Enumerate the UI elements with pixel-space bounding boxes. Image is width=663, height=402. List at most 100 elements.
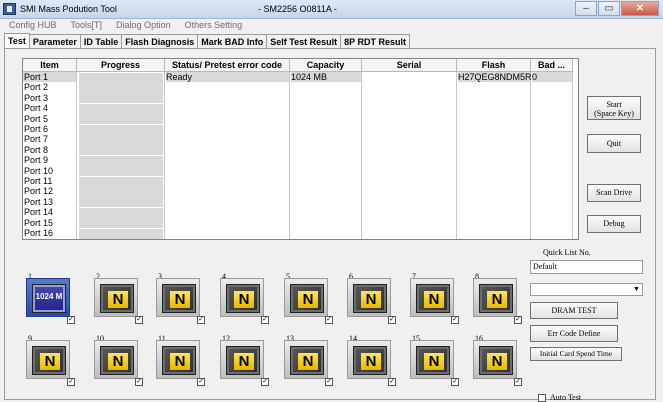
quit-button[interactable]: Quit xyxy=(587,134,641,153)
slot-checkbox[interactable]: ✓ xyxy=(325,378,333,386)
tab-id-table[interactable]: ID Table xyxy=(79,34,123,49)
close-button[interactable]: ✕ xyxy=(621,1,659,16)
chevron-down-icon[interactable]: ▼ xyxy=(632,285,641,294)
table-row-item[interactable]: Port 4 xyxy=(23,103,76,113)
port-slot[interactable]: N xyxy=(284,340,328,379)
port-slot[interactable]: N xyxy=(156,340,200,379)
slot-checkbox[interactable]: ✓ xyxy=(451,378,459,386)
slot-checkbox[interactable]: ✓ xyxy=(451,316,459,324)
table-row-item[interactable]: Port 5 xyxy=(23,114,76,124)
slot-checkbox[interactable]: ✓ xyxy=(388,378,396,386)
slot-status-letter: N xyxy=(108,291,128,308)
table-row-item[interactable]: Port 7 xyxy=(23,134,76,144)
table-row-item[interactable]: Port 11 xyxy=(23,176,76,186)
progress-bar xyxy=(79,145,163,156)
table-row-item[interactable]: Port 1 xyxy=(23,72,76,82)
drive-icon: N xyxy=(479,284,513,313)
port-slot[interactable]: N xyxy=(347,278,391,317)
tab-flash-diagnosis[interactable]: Flash Diagnosis xyxy=(121,34,199,49)
start-button[interactable]: Start (Space Key) xyxy=(587,96,641,120)
tab-self-test-result[interactable]: Self Test Result xyxy=(266,34,342,49)
menu-tools[interactable]: Tools[T] xyxy=(62,19,108,32)
menu-config-hub[interactable]: Config HUB xyxy=(0,19,62,32)
port-slot[interactable]: N xyxy=(94,340,138,379)
slot-checkbox[interactable]: ✓ xyxy=(325,316,333,324)
slot-checkbox[interactable]: ✓ xyxy=(197,378,205,386)
menu-dialog-option[interactable]: Dialog Option xyxy=(107,19,176,32)
header-serial[interactable]: Serial xyxy=(362,59,457,72)
flash-cell: H27QEG8NDM5R xyxy=(458,72,532,82)
slot-checkbox[interactable]: ✓ xyxy=(514,316,522,324)
table-row-item[interactable]: Port 15 xyxy=(23,218,76,228)
port-slot[interactable]: N xyxy=(473,278,517,317)
table-row-item[interactable]: Port 9 xyxy=(23,155,76,165)
scan-drive-button[interactable]: Scan Drive xyxy=(587,184,641,202)
port-slot[interactable]: N xyxy=(220,340,264,379)
drive-icon: N xyxy=(32,346,66,375)
debug-button[interactable]: Debug xyxy=(587,215,641,233)
dram-test-button[interactable]: DRAM TEST xyxy=(530,302,618,319)
slot-checkbox[interactable]: ✓ xyxy=(135,316,143,324)
port-slot[interactable]: N xyxy=(410,278,454,317)
slot-status-letter: N xyxy=(40,353,60,370)
header-bad[interactable]: Bad ... xyxy=(531,59,573,72)
slot-checkbox[interactable]: ✓ xyxy=(261,316,269,324)
drive-icon: N xyxy=(353,284,387,313)
port-slot[interactable]: N xyxy=(220,278,264,317)
header-capacity[interactable]: Capacity xyxy=(290,59,362,72)
tab-test[interactable]: Test xyxy=(4,33,30,49)
progress-bar xyxy=(79,218,163,229)
maximize-button[interactable]: ▭ xyxy=(598,1,620,16)
tab-8p-rdt-result[interactable]: 8P RDT Result xyxy=(340,34,410,49)
port-slot[interactable]: N xyxy=(284,278,328,317)
port-table[interactable]: Item Progress Status/ Pretest error code… xyxy=(22,58,579,240)
slot-checkbox[interactable]: ✓ xyxy=(514,378,522,386)
port-slot[interactable]: N xyxy=(347,340,391,379)
port-slot[interactable]: 1024 M xyxy=(26,278,70,317)
minimize-button[interactable]: – xyxy=(575,1,597,16)
slot-checkbox[interactable]: ✓ xyxy=(67,378,75,386)
quick-list-input[interactable]: Default xyxy=(530,260,643,274)
slot-checkbox[interactable]: ✓ xyxy=(261,378,269,386)
auto-test-label: Auto Test xyxy=(550,393,582,402)
status-cell: Ready xyxy=(166,72,289,82)
start-label: Start xyxy=(606,100,622,109)
auto-test-checkbox[interactable] xyxy=(538,394,546,402)
drive-icon: N xyxy=(416,346,450,375)
table-row-item[interactable]: Port 14 xyxy=(23,207,76,217)
column-divider xyxy=(361,72,362,239)
err-code-define-button[interactable]: Err Code Define xyxy=(530,325,618,342)
header-status[interactable]: Status/ Pretest error code xyxy=(165,59,290,72)
drive-icon: N xyxy=(479,346,513,375)
drive-icon: N xyxy=(162,346,196,375)
slot-checkbox[interactable]: ✓ xyxy=(388,316,396,324)
tab-parameter[interactable]: Parameter xyxy=(28,34,81,49)
table-row-item[interactable]: Port 16 xyxy=(23,228,76,238)
table-row-item[interactable]: Port 10 xyxy=(23,166,76,176)
slot-checkbox[interactable]: ✓ xyxy=(135,378,143,386)
header-item[interactable]: Item xyxy=(23,59,77,72)
progress-bar xyxy=(79,197,163,208)
table-row-item[interactable]: Port 12 xyxy=(23,186,76,196)
progress-bar xyxy=(79,155,163,166)
table-row-item[interactable]: Port 8 xyxy=(23,145,76,155)
slot-checkbox[interactable]: ✓ xyxy=(197,316,205,324)
initial-card-spend-time-button[interactable]: Initial Card Spend Time xyxy=(530,347,622,361)
table-row-item[interactable]: Port 13 xyxy=(23,197,76,207)
port-slot[interactable]: N xyxy=(473,340,517,379)
table-row-item[interactable]: Port 2 xyxy=(23,82,76,92)
table-row-item[interactable]: Port 6 xyxy=(23,124,76,134)
port-slot[interactable]: N xyxy=(156,278,200,317)
slot-status-letter: N xyxy=(170,291,190,308)
table-row-item[interactable]: Port 3 xyxy=(23,93,76,103)
tab-mark-bad-info[interactable]: Mark BAD Info xyxy=(197,34,268,49)
quick-list-select[interactable]: ▼ xyxy=(530,283,643,296)
menu-others-setting[interactable]: Others Setting xyxy=(176,19,248,32)
header-progress[interactable]: Progress xyxy=(77,59,165,72)
port-slot[interactable]: N xyxy=(26,340,70,379)
port-slot[interactable]: N xyxy=(410,340,454,379)
port-slot[interactable]: N xyxy=(94,278,138,317)
slot-capacity-label: 1024 M xyxy=(35,292,63,301)
header-flash[interactable]: Flash xyxy=(457,59,531,72)
slot-checkbox[interactable]: ✓ xyxy=(67,316,75,324)
